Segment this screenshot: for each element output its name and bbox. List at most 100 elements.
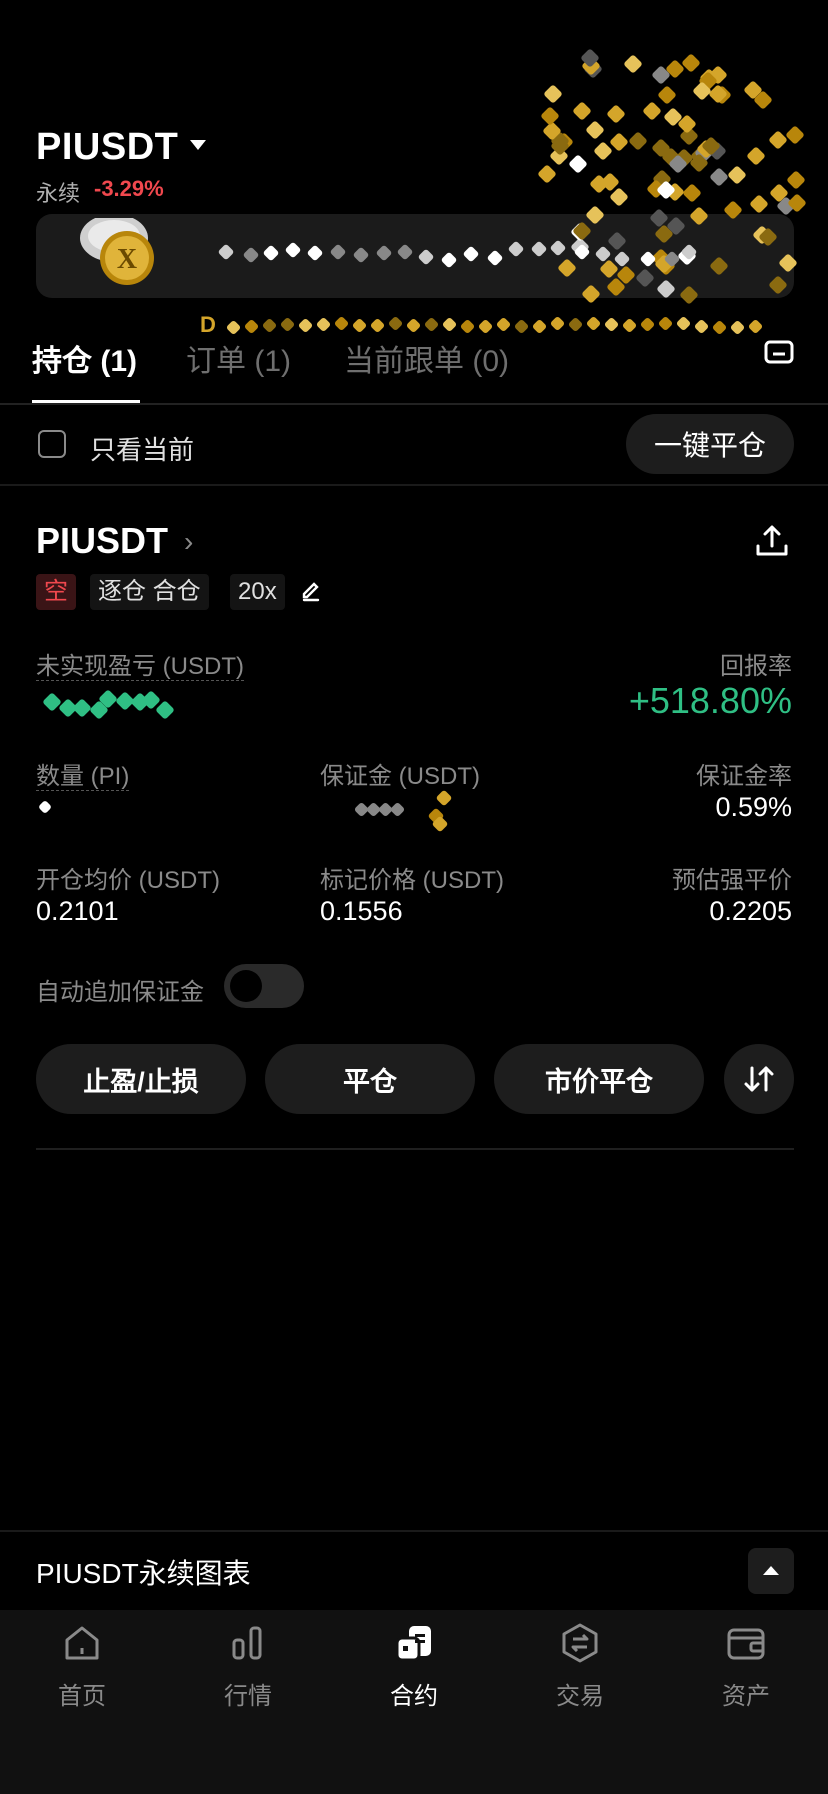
pixel-block — [785, 125, 806, 145]
nav-item-assets[interactable]: 资产 — [686, 1620, 806, 1711]
divider — [0, 484, 828, 486]
pixel-block — [642, 100, 663, 121]
pixel-block — [623, 53, 643, 74]
divider — [0, 1530, 828, 1532]
symbol-title[interactable]: PIUSDT — [36, 126, 178, 169]
perpetual-label: 永续 — [36, 181, 81, 206]
market-close-button[interactable]: 市价平仓 — [494, 1044, 704, 1114]
mark-price-label: 标记价格 (USDT) — [320, 867, 504, 894]
pixel-block — [543, 84, 564, 104]
pixel-block — [603, 316, 620, 333]
pixel-block — [477, 319, 494, 335]
pixel-block — [568, 153, 589, 174]
nav-item-futures[interactable]: 合约 — [354, 1620, 474, 1711]
entry-price-value: 0.2101 — [36, 896, 119, 926]
entry-price-label: 开仓均价 (USDT) — [36, 867, 220, 894]
pixel-block — [608, 187, 629, 208]
chart-expand-button[interactable] — [748, 1548, 794, 1594]
share-icon[interactable] — [752, 522, 792, 562]
roe-value: +518.80% — [628, 680, 792, 721]
svg-text:X: X — [117, 244, 137, 275]
toggle-knob — [230, 970, 262, 1002]
pixel-block — [261, 317, 278, 333]
pixel-block — [243, 319, 260, 335]
history-icon[interactable] — [764, 340, 794, 364]
pixel-block — [441, 316, 458, 333]
divider — [36, 1148, 794, 1150]
nav-label: 交易 — [556, 1683, 604, 1710]
caret-up-icon — [763, 1566, 779, 1575]
mark-price-value: 0.1556 — [320, 896, 403, 926]
reverse-position-button[interactable] — [724, 1044, 794, 1114]
coin-logo-icon: X — [72, 214, 182, 288]
pixel-block — [768, 129, 788, 150]
chevron-right-icon[interactable]: › — [184, 526, 193, 558]
pixel-block — [748, 194, 769, 215]
pixel-block — [333, 316, 350, 332]
pixel-block — [621, 318, 638, 334]
nav-label: 资产 — [722, 1683, 770, 1710]
tab-positions[interactable]: 持仓 (1) — [32, 336, 137, 380]
nav-item-home[interactable]: 首页 — [22, 1620, 142, 1711]
tpsl-button[interactable]: 止盈/止损 — [36, 1044, 246, 1114]
pixel-block — [297, 318, 314, 334]
roe-label: 回报率 — [720, 653, 792, 680]
pixel-block — [747, 318, 764, 335]
position-symbol[interactable]: PIUSDT — [36, 520, 168, 562]
swap-arrows-icon — [744, 1066, 774, 1092]
margin-mode-badge: 逐仓 合仓 — [90, 574, 209, 610]
margin-rate-label: 保证金率 — [696, 763, 792, 790]
pixel-block — [389, 801, 406, 818]
pixel-block — [513, 318, 530, 335]
pixel-block — [675, 315, 692, 332]
pixel-block — [593, 141, 613, 162]
pixel-block — [628, 131, 649, 151]
pixel-block — [531, 318, 548, 334]
pixel-block — [585, 120, 606, 140]
pixel-block — [369, 317, 386, 334]
margin-rate-value: 0.59% — [715, 792, 792, 822]
tab-copy-trades[interactable]: 当前跟单 (0) — [344, 336, 509, 380]
pixel-block — [387, 315, 404, 332]
edit-pencil-icon[interactable] — [298, 578, 322, 602]
tab-orders[interactable]: 订单 (1) — [186, 336, 291, 380]
chart-panel-label[interactable]: PIUSDT永续图表 — [36, 1552, 251, 1592]
pixel-block — [745, 145, 766, 166]
price-change: -3.29% — [94, 176, 164, 201]
current-only-label: 只看当前 — [90, 435, 195, 465]
pixel-block — [681, 52, 702, 73]
pixel-block — [351, 317, 368, 333]
pixel-block — [786, 170, 807, 191]
wallet-icon — [727, 1628, 765, 1660]
home-icon — [65, 1626, 99, 1660]
futures-icon — [395, 1626, 431, 1662]
pixel-block — [605, 103, 626, 124]
close-position-button[interactable]: 平仓 — [265, 1044, 475, 1114]
pixel-block — [315, 317, 332, 333]
caret-down-icon[interactable] — [190, 140, 206, 150]
banner-subtext: D — [200, 312, 220, 337]
pixel-block — [459, 318, 476, 334]
pixel-block — [225, 319, 242, 335]
nav-label: 首页 — [58, 1683, 106, 1710]
margin-label: 保证金 (USDT) — [320, 763, 480, 790]
leverage-badge[interactable]: 20x — [230, 574, 285, 610]
quantity-label: 数量 (PI) — [36, 763, 130, 791]
unrealized-pnl-label: 未实现盈亏 (USDT) — [36, 653, 244, 681]
pixel-block — [549, 315, 566, 332]
trade-icon — [562, 1623, 598, 1663]
current-only-checkbox[interactable] — [38, 430, 66, 458]
pixel-block — [657, 84, 678, 105]
pixel-block — [711, 319, 728, 336]
side-badge: 空 — [36, 574, 76, 610]
pixel-block — [709, 166, 730, 187]
close-all-button[interactable]: 一键平仓 — [626, 414, 794, 474]
pixel-block — [567, 316, 584, 333]
nav-item-trade[interactable]: 交易 — [520, 1620, 640, 1711]
nav-item-markets[interactable]: 行情 — [188, 1620, 308, 1711]
pixel-block — [37, 799, 53, 815]
pixel-block — [572, 100, 593, 121]
pixel-block — [693, 318, 710, 335]
liquidation-price-value: 0.2205 — [709, 896, 792, 926]
pixel-block — [639, 316, 656, 333]
